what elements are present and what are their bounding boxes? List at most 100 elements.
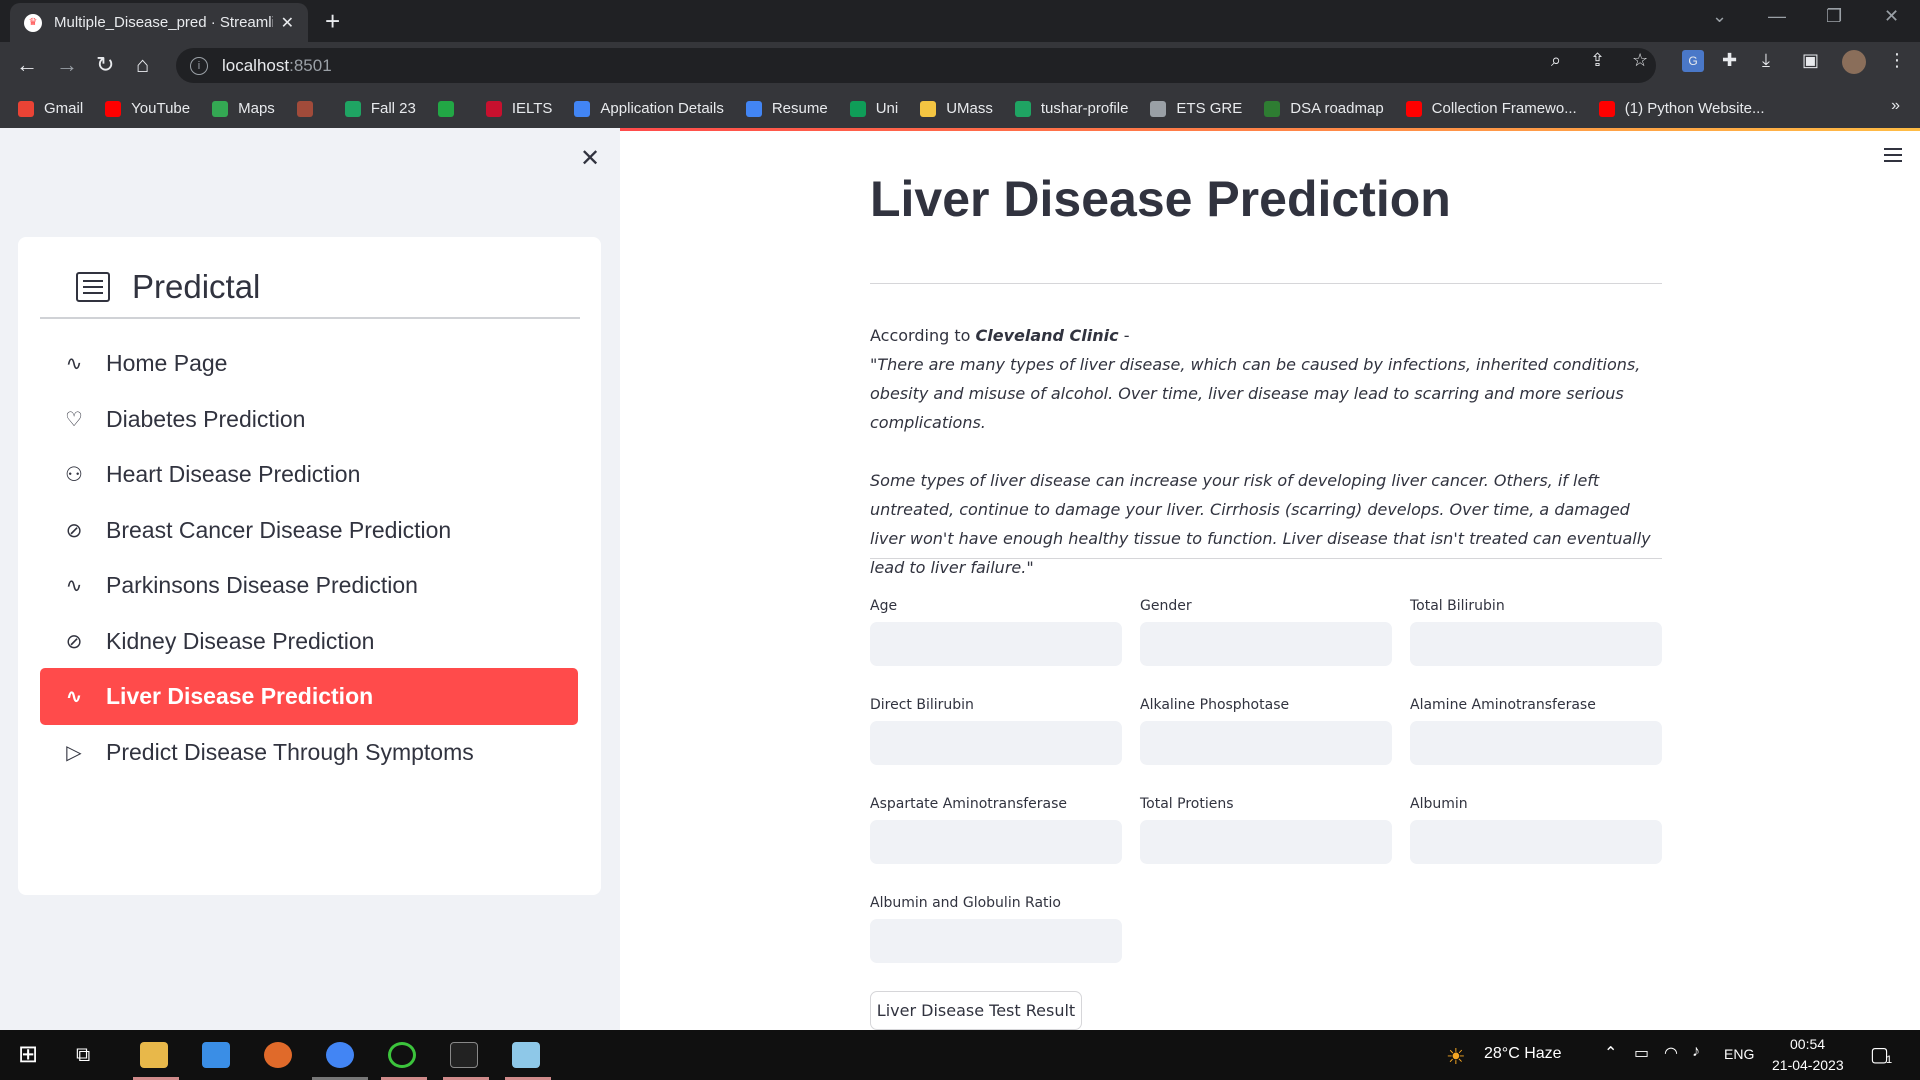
total-protiens-input[interactable] (1140, 820, 1392, 864)
gender-input[interactable] (1140, 622, 1392, 666)
chrome-menu-icon[interactable]: ⋮ (1888, 50, 1906, 71)
alkaline-phosphotase-input[interactable] (1140, 721, 1392, 765)
aspartate-aminotransferase-input[interactable] (870, 820, 1122, 864)
menu-item-label: Parkinsons Disease Prediction (106, 572, 418, 598)
albumin-input[interactable] (1410, 820, 1662, 864)
home-icon[interactable]: ⌂ (136, 52, 149, 78)
windows-start-icon[interactable]: ⊞ (18, 1042, 46, 1068)
volume-icon[interactable]: ♪ (1692, 1043, 1700, 1061)
bookmark-item[interactable] (437, 100, 464, 117)
file-explorer-icon[interactable] (140, 1042, 168, 1068)
chrome-icon[interactable] (326, 1042, 354, 1068)
menu-item-label: Predict Disease Through Symptoms (106, 738, 474, 765)
browser-tab[interactable]: ♛ Multiple_Disease_pred · Streamlit ✕ (10, 3, 308, 42)
terminal-icon[interactable] (450, 1042, 478, 1068)
divider (870, 558, 1662, 559)
activity-icon: ∿ (65, 575, 83, 597)
menu-item-label: Heart Disease Prediction (106, 461, 361, 487)
bookmark-item[interactable]: Resume (745, 100, 828, 117)
language-indicator[interactable]: ENG (1724, 1046, 1754, 1062)
bookmark-item[interactable]: Gmail (18, 100, 83, 117)
new-tab-icon[interactable]: + (325, 6, 340, 37)
spinner-app-icon[interactable] (388, 1042, 416, 1068)
minimize-icon[interactable]: — (1768, 6, 1786, 27)
profile-avatar[interactable] (1842, 50, 1866, 74)
wifi-icon[interactable]: ◠ (1664, 1043, 1678, 1063)
tab-search-icon[interactable]: ⌄ (1712, 6, 1727, 27)
bookmark-label: Resume (771, 100, 828, 117)
bookmarks-bar: Gmail YouTube Maps Fall 23 IELTS Application … (0, 89, 1920, 128)
bookmark-label: tushar-profile (1040, 100, 1129, 117)
side-panel-icon[interactable]: ▣ (1802, 50, 1819, 71)
menu-item-breast-cancer-disease-prediction[interactable]: ⊘ Breast Cancer Disease Prediction (40, 502, 578, 559)
alamine-aminotransferase-input[interactable] (1410, 721, 1662, 765)
site-info-icon[interactable]: i (190, 56, 208, 75)
bookmark-label: Fall 23 (370, 100, 416, 117)
menu-item-kidney-disease-prediction[interactable]: ⊘ Kidney Disease Prediction (40, 613, 578, 670)
task-view-icon[interactable]: ⧉ (76, 1042, 104, 1068)
bookmark-item[interactable]: Collection Framewo... (1405, 100, 1577, 117)
window-close-icon[interactable]: ✕ (1884, 6, 1899, 27)
extensions-icon[interactable]: ✚ (1722, 50, 1737, 71)
tray-chevron-icon[interactable]: ⌃ (1604, 1043, 1617, 1063)
bookmark-favicon-icon (574, 100, 591, 117)
bookmark-item[interactable] (296, 100, 323, 117)
bookmark-favicon-icon (485, 100, 502, 117)
menu-item-predict-disease-through-symptoms[interactable]: ▷ Predict Disease Through Symptoms (40, 724, 578, 781)
clock-time[interactable]: 00:54 (1790, 1036, 1825, 1052)
bookmark-item[interactable]: UMass (920, 100, 993, 117)
liver-test-result-button[interactable]: Liver Disease Test Result (870, 991, 1082, 1030)
field-label: Gender (1140, 598, 1192, 614)
notepad-icon[interactable] (512, 1042, 540, 1068)
reload-icon[interactable]: ↻ (96, 52, 114, 78)
menu-item-home-page[interactable]: ∿ Home Page (40, 335, 578, 392)
menu-item-diabetes-prediction[interactable]: ♡ Diabetes Prediction (40, 391, 578, 448)
clock-date[interactable]: 21-04-2023 (1772, 1057, 1844, 1073)
share-icon[interactable]: ⇪ (1590, 50, 1605, 71)
weather-text[interactable]: 28°C Haze (1484, 1045, 1562, 1063)
restore-icon[interactable]: ❐ (1826, 6, 1842, 27)
menu-item-label: Home Page (106, 350, 228, 376)
translate-icon[interactable]: G (1682, 50, 1704, 72)
bookmark-item[interactable]: Fall 23 (344, 100, 416, 117)
bookmark-item[interactable]: tushar-profile (1014, 100, 1129, 117)
battery-icon[interactable]: ▭ (1634, 1043, 1649, 1063)
menu-item-heart-disease-prediction[interactable]: ⚇ Heart Disease Prediction (40, 446, 578, 503)
bookmark-item[interactable]: Maps (212, 100, 275, 117)
bookmark-item[interactable]: (1) Python Website... (1598, 100, 1765, 117)
forward-icon[interactable]: → (56, 52, 78, 78)
bookmark-item[interactable]: Application Details (574, 100, 724, 117)
sidebar-close-icon[interactable]: ✕ (580, 144, 600, 173)
bookmarks-overflow-icon[interactable]: » (1891, 97, 1900, 115)
tab-close-icon[interactable]: ✕ (281, 13, 294, 33)
vscode-icon[interactable] (202, 1042, 230, 1068)
bookmark-item[interactable]: YouTube (105, 100, 190, 117)
bookmark-label: IELTS (511, 100, 553, 117)
tab-strip: ♛ Multiple_Disease_pred · Streamlit ✕ + … (0, 0, 1920, 42)
menu-item-liver-disease-prediction[interactable]: ∿ Liver Disease Prediction (40, 668, 578, 725)
bookmark-favicon-icon (18, 100, 34, 117)
bookmark-star-icon[interactable]: ☆ (1632, 50, 1648, 71)
intro-suffix: - (1118, 326, 1130, 345)
menu-item-parkinsons-disease-prediction[interactable]: ∿ Parkinsons Disease Prediction (40, 557, 578, 614)
zoom-icon[interactable]: ⌕ (1551, 50, 1561, 71)
bookmark-item[interactable]: ETS GRE (1150, 100, 1242, 117)
total-bilirubin-input[interactable] (1410, 622, 1662, 666)
bookmark-favicon-icon (849, 100, 866, 117)
fl-studio-icon[interactable] (264, 1042, 292, 1068)
albumin-and-globulin-ratio-input[interactable] (870, 919, 1122, 963)
age-input[interactable] (870, 622, 1122, 666)
download-icon[interactable]: ⤓ (1762, 50, 1770, 71)
url-text: localhost:8501 (222, 56, 332, 76)
bookmark-item[interactable]: DSA roadmap (1264, 100, 1384, 117)
bandaid-icon: ⊘ (65, 630, 83, 653)
bookmark-item[interactable]: IELTS (485, 100, 553, 117)
field-label: Direct Bilirubin (870, 697, 974, 713)
bookmark-item[interactable]: Uni (849, 100, 898, 117)
address-bar[interactable]: i localhost:8501 (176, 48, 1656, 83)
back-icon[interactable]: ← (16, 52, 38, 78)
hamburger-menu-icon[interactable] (1884, 148, 1902, 162)
streamlit-icon: ♛ (24, 13, 42, 32)
play-icon: ▷ (66, 741, 82, 764)
direct-bilirubin-input[interactable] (870, 721, 1122, 765)
